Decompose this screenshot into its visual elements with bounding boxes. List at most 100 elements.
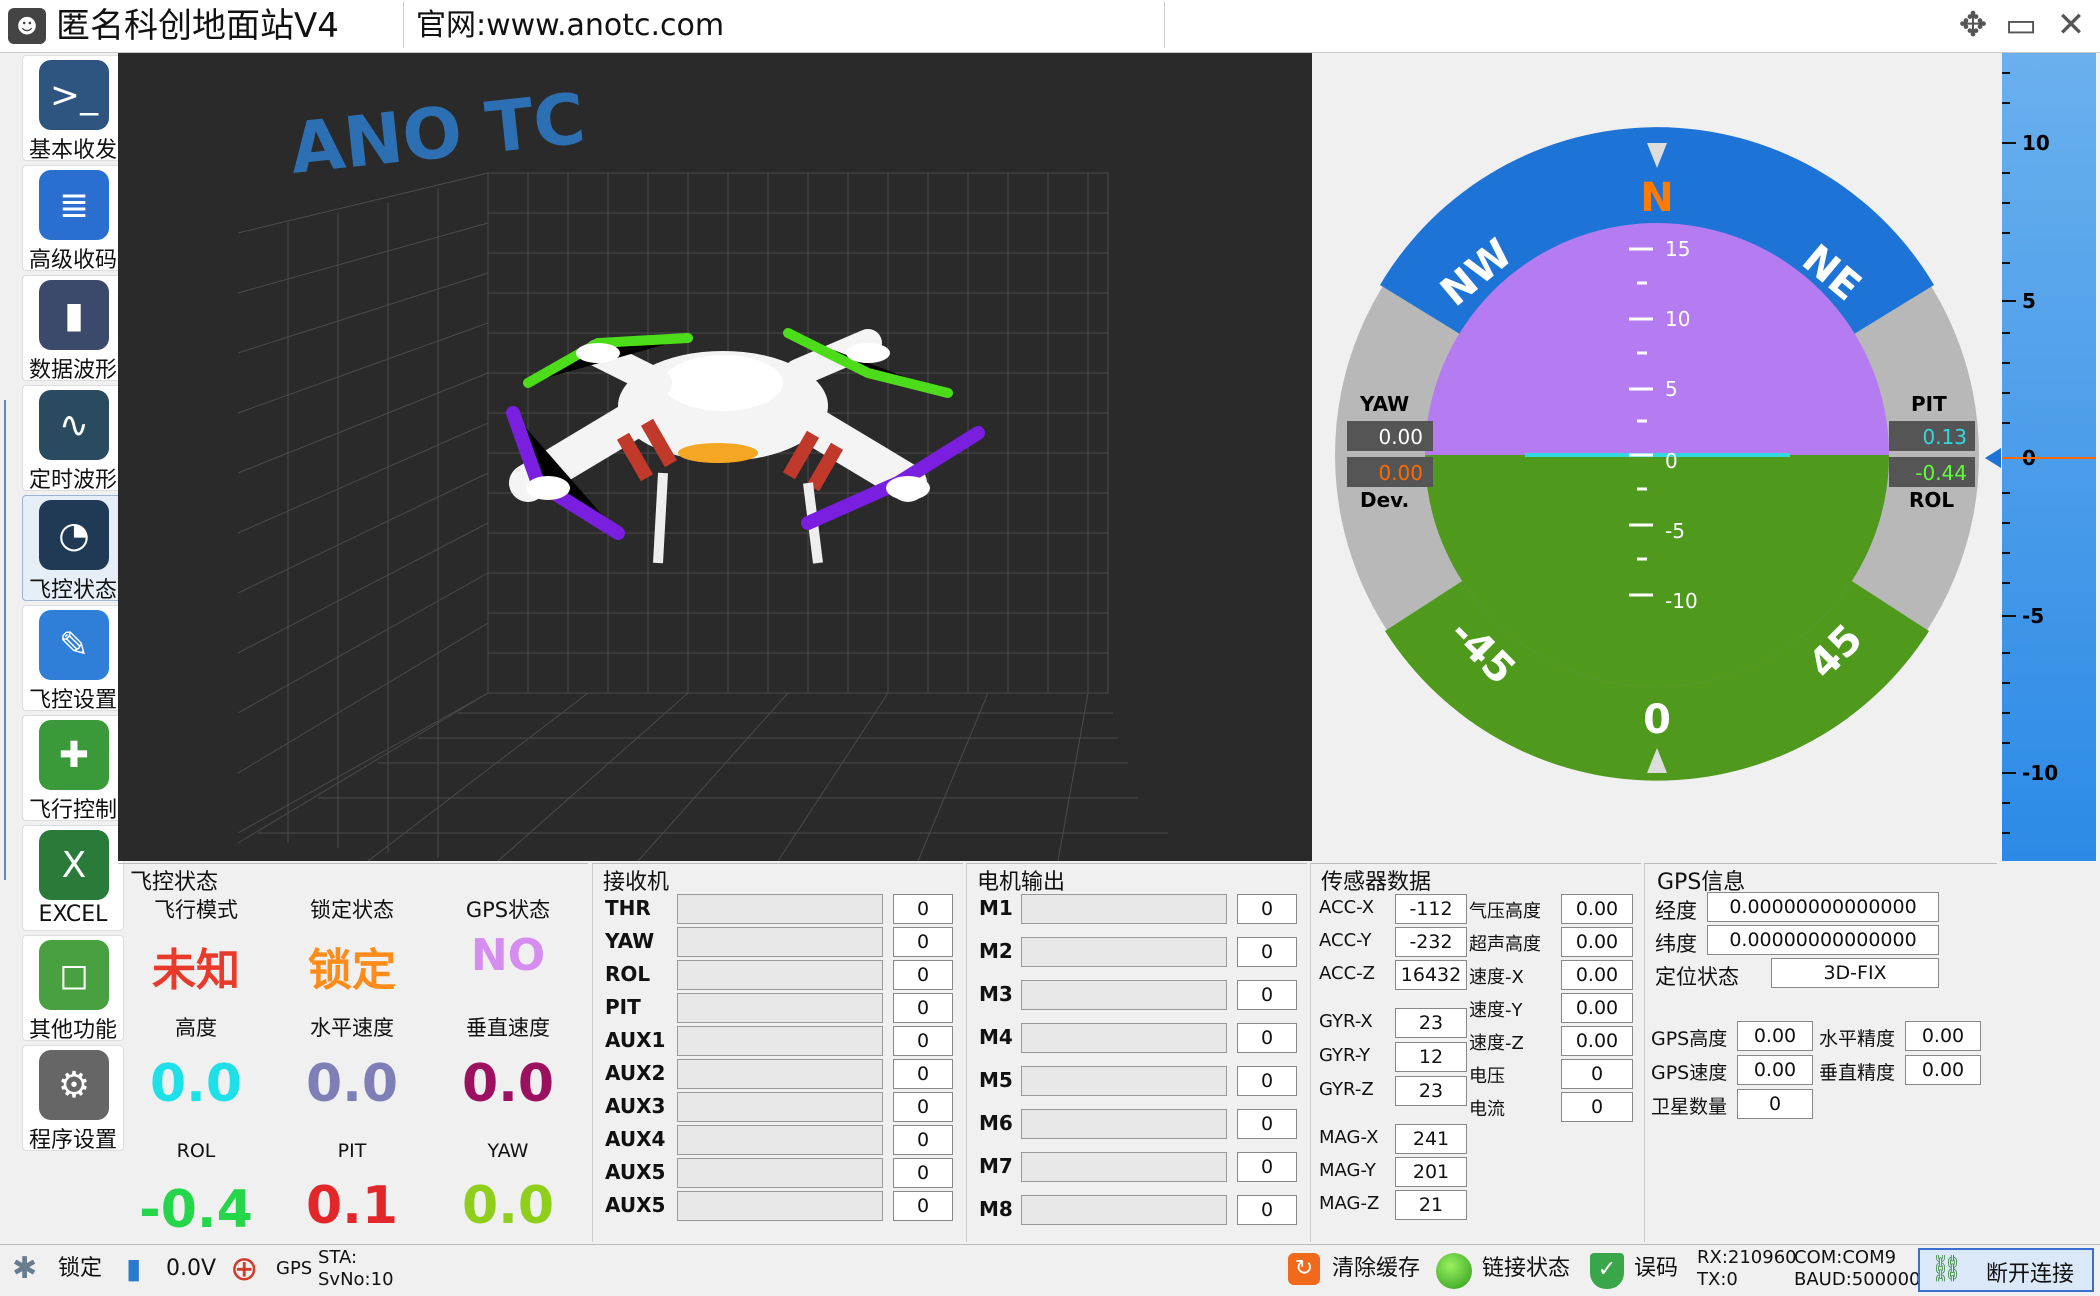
receiver-channel-bar [677, 993, 883, 1023]
receiver-channel-bar [677, 1125, 883, 1155]
nav-button-2[interactable]: ≣ 高级收码 [22, 165, 124, 273]
motor-output-bar [1021, 894, 1227, 924]
gps-speed-field[interactable]: 0.00 [1737, 1055, 1813, 1085]
error-code: 误码 [1634, 1256, 1679, 1281]
sensor-value: 0.00 [1561, 1026, 1633, 1056]
motor-output-value: 0 [1237, 1066, 1297, 1096]
receiver-channel-label: THR [605, 896, 651, 920]
nav-button-10[interactable]: ⚙ 程序设置 [22, 1045, 124, 1153]
sensor-title: 传感器数据 [1321, 870, 1432, 895]
status-sta: STA: [318, 1247, 358, 1268]
motor-panel: 电机输出 M1 0 M2 0 M3 0 M4 0 M5 0 M6 0 M7 0 M8 0 [966, 863, 1307, 1242]
hud-dev-label: Dev. [1360, 488, 1409, 512]
3d-view[interactable]: ANO TC [118, 53, 1312, 862]
nav-button-7[interactable]: ✚ 飞行控制 [22, 715, 124, 823]
altitude-tick-label: -10 [2022, 761, 2058, 785]
site-url[interactable]: 官网:www.anotc.com [416, 4, 724, 48]
alt-label: 高度 [175, 1016, 217, 1040]
gps-lon-field[interactable]: 0.00000000000000 [1707, 892, 1939, 922]
sensor-label: ACC-Y [1319, 930, 1372, 951]
disconnect-button[interactable]: ⛓ 断开连接 [1918, 1248, 2094, 1292]
gps-status-value: NO [470, 930, 546, 981]
status-bar: ✱ 锁定 ▮ 0.0V ⊕ GPS STA: SvNo:10 ↻ 清除缓存 链接… [0, 1244, 2100, 1296]
gps-hacc-label: 水平精度 [1819, 1028, 1896, 1050]
motor-output-bar [1021, 1152, 1227, 1182]
status-tx: TX:0 [1697, 1269, 1738, 1290]
motor-output-bar [1021, 937, 1227, 967]
receiver-channel-label: AUX5 [605, 1193, 666, 1217]
sensor-label: MAG-Y [1319, 1160, 1376, 1181]
sensor-value: 241 [1395, 1124, 1467, 1154]
sensor-label: ACC-Z [1319, 963, 1375, 984]
nav-button-8[interactable]: X EXCEL [22, 825, 124, 931]
hud-rol-label: ROL [1909, 488, 1954, 512]
receiver-channel-label: AUX5 [605, 1160, 666, 1184]
motor-output-value: 0 [1237, 937, 1297, 967]
hud-rol-value: -0.44 [1915, 461, 1967, 485]
motor-output-value: 0 [1237, 1023, 1297, 1053]
sensor-panel: 传感器数据 ACC-X -112 ACC-Y -232 ACC-Z 16432 GYR-X 2… [1310, 863, 1641, 1242]
link-chain-icon: ⛓ [1930, 1254, 1964, 1284]
nav-icon-7: ✚ [39, 720, 109, 790]
nav-button-5[interactable]: ◔ 飞控状态 [22, 495, 124, 603]
flight-status-panel: 飞控状态 飞行模式 锁定状态 GPS状态 未知 锁定 NO 高度 水平速度 垂直… [118, 863, 588, 1242]
pitch-tick-label: 15 [1665, 237, 1690, 261]
maximize-icon[interactable]: ▭ [2000, 4, 2042, 46]
link-status-icon [1436, 1253, 1472, 1289]
motor-label: M2 [979, 939, 1013, 963]
refresh-icon[interactable]: ↻ [1288, 1253, 1320, 1285]
receiver-channel-bar [677, 1026, 883, 1056]
gps-lat-field[interactable]: 0.00000000000000 [1707, 925, 1939, 955]
nav-splitter[interactable] [4, 400, 16, 880]
altitude-tick-label: 10 [2022, 131, 2050, 155]
nav-label: 飞控状态 [28, 578, 117, 603]
hud-yaw-label: YAW [1359, 392, 1409, 416]
receiver-channel-label: ROL [605, 962, 651, 986]
gps-lon-label: 经度 [1655, 899, 1697, 923]
gps-hacc-field[interactable]: 0.00 [1905, 1021, 1981, 1051]
status-gps: GPS [276, 1258, 313, 1279]
sensor-label: 电压 [1469, 1066, 1505, 1087]
receiver-channel-value: 0 [893, 1026, 953, 1056]
gps-fix-field[interactable]: 3D-FIX [1771, 958, 1939, 988]
sensor-value: 0.00 [1561, 993, 1633, 1023]
gps-sat-label: 卫星数量 [1651, 1096, 1728, 1118]
nav-button-1[interactable]: >_ 基本收发 [22, 55, 124, 163]
motor-output-bar [1021, 1023, 1227, 1053]
sensor-value: 0.00 [1561, 894, 1633, 924]
receiver-channel-value: 0 [893, 927, 953, 957]
receiver-channel-value: 0 [893, 1158, 953, 1188]
motor-label: M7 [979, 1154, 1013, 1178]
sensor-label: 超声高度 [1469, 934, 1541, 955]
rol-value: -0.4 [139, 1180, 253, 1240]
receiver-channel-bar [677, 1191, 883, 1221]
gps-alt-field[interactable]: 0.00 [1737, 1021, 1813, 1051]
nav-icon-10: ⚙ [39, 1050, 109, 1120]
nav-button-6[interactable]: ✎ 飞控设置 [22, 605, 124, 713]
sensor-label: 气压高度 [1469, 901, 1541, 922]
gps-panel: GPS信息 经度 0.00000000000000 纬度 0.000000000… [1644, 863, 1997, 1242]
pit-label: PIT [337, 1140, 367, 1162]
grid-floor [237, 692, 1168, 862]
link-status: 链接状态 [1482, 1256, 1571, 1281]
gps-sat-field[interactable]: 0 [1737, 1089, 1813, 1119]
receiver-channel-label: AUX3 [605, 1094, 666, 1118]
app-title: 匿名科创地面站V4 [56, 6, 339, 46]
nav-label: 程序设置 [28, 1128, 117, 1153]
receiver-channel-value: 0 [893, 993, 953, 1023]
sensor-label: MAG-X [1319, 1127, 1379, 1148]
motor-label: M8 [979, 1197, 1013, 1221]
close-icon[interactable]: ✕ [2050, 4, 2092, 46]
gps-vacc-field[interactable]: 0.00 [1905, 1055, 1981, 1085]
sensor-label: 速度-Z [1469, 1033, 1524, 1054]
clear-cache-button[interactable]: 清除缓存 [1332, 1245, 1420, 1293]
nav-button-9[interactable]: ◻ 其他功能 [22, 935, 124, 1043]
nav-button-3[interactable]: ▮ 数据波形 [22, 275, 124, 383]
motor-output-bar [1021, 1109, 1227, 1139]
move-icon[interactable]: ✥ [1952, 4, 1994, 46]
disconnect-label: 断开连接 [1986, 1262, 2075, 1287]
receiver-channel-bar [677, 960, 883, 990]
shield-check-icon: ✓ [1590, 1253, 1624, 1289]
nav-button-4[interactable]: ∿ 定时波形 [22, 385, 124, 493]
motor-output-value: 0 [1237, 1195, 1297, 1225]
